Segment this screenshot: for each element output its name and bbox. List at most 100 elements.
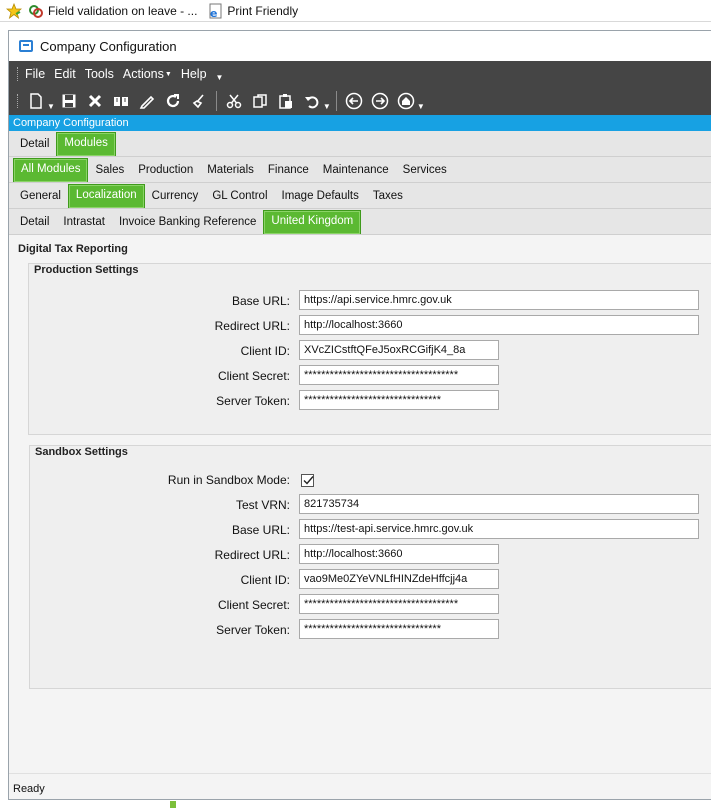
tab-finance[interactable]: Finance [261,158,316,182]
menu-edit[interactable]: Edit [54,67,76,81]
favorite-label: Field validation on leave - ... [48,3,198,18]
toolbar-overflow-icon[interactable]: ▼ [417,102,425,111]
tabs-level1: Detail Modules [9,131,711,157]
sandbox-settings-group: Sandbox Settings Run in Sandbox Mode: Te… [29,445,711,689]
tab-all-modules[interactable]: All Modules [13,158,89,182]
home-icon[interactable] [395,90,417,112]
tabs-level3: General Localization Currency GL Control… [9,183,711,209]
section-title: Digital Tax Reporting [18,243,128,255]
tab-united-kingdom[interactable]: United Kingdom [263,210,362,234]
favorites-star-icon[interactable] [6,2,22,19]
menu-bar: File Edit Tools Actions▼ Help ▼ [9,61,711,87]
toolbar-separator [335,91,337,111]
link-icon [29,4,43,18]
base-url-label: Base URL: [231,523,290,537]
sandbox-server-token-input[interactable]: ******************************** [299,619,499,639]
tab-sales[interactable]: Sales [88,158,131,182]
taskbar-indicator [170,801,176,808]
menu-actions-label: Actions [122,67,164,81]
clear-icon[interactable] [188,90,210,112]
server-token-label: Server Token: [216,623,290,637]
sandbox-base-url-input[interactable]: https://test-api.service.hmrc.gov.uk [299,519,699,539]
new-dropdown-icon[interactable]: ▼ [47,102,55,111]
favorite-item-print-friendly[interactable]: e Print Friendly [207,3,298,19]
menu-grip [17,67,19,81]
tabs-level2: All Modules Sales Production Materials F… [9,157,711,183]
group-title: Production Settings [34,264,139,276]
status-text: Ready [13,783,45,795]
tab-gl-control[interactable]: GL Control [205,184,274,208]
menu-file[interactable]: File [25,67,45,81]
status-bar: Ready [9,773,711,799]
refresh-icon[interactable] [162,90,184,112]
tab-localization[interactable]: Localization [67,184,145,208]
app-window: Company Configuration File Edit Tools Ac… [8,30,711,800]
sandbox-client-secret-input[interactable]: ************************************ [299,594,499,614]
tab-image-defaults[interactable]: Image Defaults [275,184,366,208]
undo-icon[interactable] [301,90,323,112]
ie-page-icon: e [209,3,222,19]
tab-maintenance[interactable]: Maintenance [316,158,396,182]
redirect-url-label: Redirect URL: [214,548,290,562]
tab-services[interactable]: Services [396,158,454,182]
tab-invoice-banking-reference[interactable]: Invoice Banking Reference [112,210,263,234]
sandbox-client-id-input[interactable]: vao9Me0ZYeVNLfHINZdeHffcjj4a [299,569,499,589]
base-url-label: Base URL: [231,294,290,308]
window-title: Company Configuration [40,38,177,54]
edit-icon[interactable] [136,90,158,112]
group-title: Sandbox Settings [35,446,128,458]
app-window-icon [19,40,33,52]
tab-taxes[interactable]: Taxes [366,184,410,208]
production-server-token-input[interactable]: ******************************** [299,390,499,410]
client-secret-label: Client Secret: [217,598,290,612]
sandbox-test-vrn-input[interactable]: 821735734 [299,494,699,514]
save-icon[interactable] [58,90,80,112]
production-settings-group: Production Settings Base URL: https://ap… [28,263,711,435]
production-redirect-url-input[interactable]: http://localhost:3660 [299,315,699,335]
production-client-id-input[interactable]: XVcZICstftQFeJ5oxRCGifjK4_8a [299,340,499,360]
menu-help[interactable]: Help [181,67,207,81]
paste-icon[interactable] [275,90,297,112]
tab-detail[interactable]: Detail [13,132,56,156]
copy-icon[interactable] [249,90,271,112]
forward-icon[interactable] [369,90,391,112]
run-in-sandbox-label: Run in Sandbox Mode: [167,473,290,487]
server-token-label: Server Token: [216,394,290,408]
tabs-level4: Detail Intrastat Invoice Banking Referen… [9,209,711,235]
test-vrn-label: Test VRN: [235,498,290,512]
book-icon[interactable] [110,90,132,112]
undo-dropdown-icon[interactable]: ▼ [323,102,331,111]
sandbox-redirect-url-input[interactable]: http://localhost:3660 [299,544,499,564]
menu-actions[interactable]: Actions▼ [123,67,172,81]
tab-intrastat[interactable]: Intrastat [56,210,112,234]
content-panel: Digital Tax Reporting Production Setting… [9,239,711,773]
client-secret-label: Client Secret: [217,369,290,383]
dropdown-arrow-icon: ▼ [164,71,172,78]
tab-general[interactable]: General [13,184,68,208]
production-base-url-input[interactable]: https://api.service.hmrc.gov.uk [299,290,699,310]
production-client-secret-input[interactable]: ************************************ [299,365,499,385]
tab-materials[interactable]: Materials [200,158,261,182]
run-in-sandbox-checkbox[interactable] [301,474,314,487]
delete-icon[interactable] [84,90,106,112]
menu-tools[interactable]: Tools [85,67,114,81]
svg-text:e: e [210,7,217,19]
tab-modules[interactable]: Modules [56,132,116,156]
tab-currency[interactable]: Currency [145,184,206,208]
back-icon[interactable] [343,90,365,112]
toolbar-grip [17,94,19,108]
favorites-bar: Field validation on leave - ... e Print … [0,0,711,22]
tab-production[interactable]: Production [131,158,200,182]
client-id-label: Client ID: [240,573,290,587]
favorite-label: Print Friendly [227,3,299,18]
new-icon[interactable] [25,90,47,112]
title-bar: Company Configuration [9,31,711,61]
tab-detail-sub[interactable]: Detail [13,210,56,234]
client-id-label: Client ID: [240,344,290,358]
checkmark-icon [303,476,314,485]
menu-overflow-icon[interactable]: ▼ [216,73,224,82]
toolbar-separator [215,91,217,111]
favorite-item-field-validation[interactable]: Field validation on leave - ... [28,3,197,19]
redirect-url-label: Redirect URL: [214,319,290,333]
cut-icon[interactable] [223,90,245,112]
